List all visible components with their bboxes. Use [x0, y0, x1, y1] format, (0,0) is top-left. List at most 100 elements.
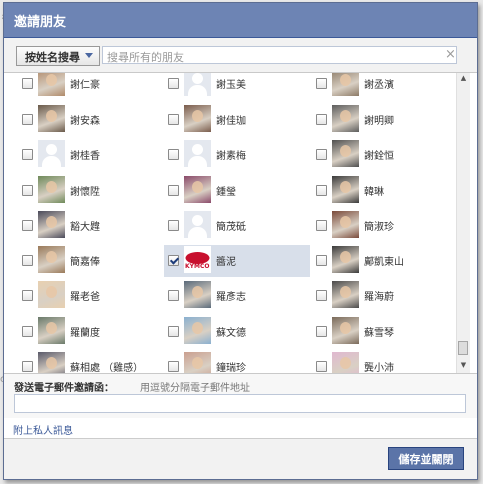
friend-checkbox[interactable] [316, 114, 327, 125]
friend-avatar [332, 105, 359, 132]
friend-avatar: KYMCO [184, 246, 211, 273]
friend-checkbox[interactable] [22, 220, 33, 231]
friend-avatar [184, 317, 211, 344]
friend-name: 醬泥 [216, 257, 236, 268]
scrollbar-thumb[interactable] [458, 341, 468, 355]
friend-item[interactable]: 簡嘉俸 [18, 245, 164, 277]
friend-item[interactable]: 簡茂砥 [164, 210, 310, 242]
dialog-footer: 儲存並關閉 [4, 438, 477, 479]
email-invite-hint: 用逗號分隔電子郵件地址 [140, 383, 250, 394]
friend-item[interactable]: 謝玉美 [164, 73, 310, 100]
friend-checkbox[interactable] [316, 149, 327, 160]
friend-checkbox[interactable] [168, 78, 179, 89]
friend-name: 謝仁豪 [70, 80, 100, 91]
friend-search-input[interactable]: 搜尋所有的朋友 [102, 46, 457, 64]
friend-checkbox[interactable] [316, 361, 327, 372]
friend-item[interactable]: 韓琳 [312, 175, 456, 207]
friend-name: 謝丞濱 [364, 80, 394, 91]
friend-name: 謝玉美 [216, 80, 246, 91]
friend-checkbox[interactable] [22, 326, 33, 337]
friend-avatar [332, 73, 359, 96]
friend-checkbox[interactable] [168, 114, 179, 125]
clear-search-icon[interactable]: × [445, 47, 456, 63]
friend-list: 謝仁豪 謝玉美 謝丞濱謝安森 謝佳珈 謝明卿謝桂香 謝素梅 謝銓恒謝懷陞 鍾瑩 韓琳豁大韙 簡茂砥… [4, 73, 456, 373]
scroll-up-arrow-icon[interactable]: ▲ [459, 74, 468, 83]
friend-name: 鄺凱東山 [364, 257, 404, 268]
friend-avatar [184, 73, 211, 96]
friend-name: 謝桂香 [70, 151, 100, 162]
friend-checkbox[interactable] [316, 255, 327, 266]
friend-item[interactable]: 龔小沛 [312, 351, 456, 373]
friend-checkbox[interactable] [22, 78, 33, 89]
friend-item[interactable]: 鄺凱東山 [312, 245, 456, 277]
friend-item[interactable]: 謝佳珈 [164, 104, 310, 136]
friend-checkbox[interactable] [168, 255, 179, 266]
friend-item[interactable]: 謝丞濱 [312, 73, 456, 100]
friend-avatar [38, 73, 65, 96]
friend-avatar [332, 140, 359, 167]
friend-checkbox[interactable] [168, 185, 179, 196]
friend-list-scrollbar[interactable]: ▲ ▼ [456, 73, 470, 373]
friend-name: 蘇文德 [216, 328, 246, 339]
friend-item[interactable]: 簡淑珍 [312, 210, 456, 242]
friend-avatar [332, 281, 359, 308]
friend-avatar [184, 105, 211, 132]
friend-checkbox[interactable] [168, 290, 179, 301]
friend-item[interactable]: 鐘瑞珍 [164, 351, 310, 373]
friend-item[interactable]: 蘇雪琴 [312, 316, 456, 348]
search-filter-dropdown[interactable]: 按姓名搜尋 [16, 46, 100, 66]
friend-item[interactable]: 謝素梅 [164, 139, 310, 171]
friend-avatar [184, 140, 211, 167]
friend-item[interactable]: 謝銓恒 [312, 139, 456, 171]
friend-checkbox[interactable] [22, 255, 33, 266]
friend-checkbox[interactable] [22, 290, 33, 301]
friend-checkbox[interactable] [316, 185, 327, 196]
friend-checkbox[interactable] [22, 149, 33, 160]
friend-item[interactable]: 謝桂香 [18, 139, 164, 171]
friend-avatar [184, 281, 211, 308]
friend-checkbox[interactable] [316, 326, 327, 337]
friend-checkbox[interactable] [316, 78, 327, 89]
friend-avatar [184, 211, 211, 238]
friend-checkbox[interactable] [168, 220, 179, 231]
scroll-down-arrow-icon[interactable]: ▼ [459, 361, 468, 370]
friend-checkbox[interactable] [168, 361, 179, 372]
friend-checkbox[interactable] [22, 361, 33, 372]
friend-name: 羅彥志 [216, 292, 246, 303]
friend-name: 豁大韙 [70, 222, 100, 233]
add-private-message-link[interactable]: 附上私人訊息 [13, 422, 73, 437]
friend-avatar [38, 246, 65, 273]
friend-item[interactable]: 謝明卿 [312, 104, 456, 136]
friend-checkbox[interactable] [22, 114, 33, 125]
friend-avatar [332, 246, 359, 273]
friend-avatar [184, 352, 211, 373]
friend-item[interactable]: 謝安森 [18, 104, 164, 136]
friend-name: 簡嘉俸 [70, 257, 100, 268]
friend-name: 謝佳珈 [216, 116, 246, 127]
friend-item[interactable]: KYMCO 醬泥 [164, 245, 310, 277]
friend-name: 龔小沛 [364, 363, 394, 373]
friend-item[interactable]: 蘇文德 [164, 316, 310, 348]
email-address-input[interactable] [14, 394, 466, 413]
friend-item[interactable]: 謝仁豪 [18, 73, 164, 100]
friend-avatar [332, 352, 359, 373]
friend-checkbox[interactable] [316, 290, 327, 301]
friend-item[interactable]: 豁大韙 [18, 210, 164, 242]
friend-name: 簡茂砥 [216, 222, 246, 233]
invite-friends-dialog: 邀請朋友 按姓名搜尋 搜尋所有的朋友 × 謝仁豪 謝玉美 謝丞濱 謝安森 謝佳珈 謝明卿謝… [3, 2, 478, 480]
friend-item[interactable]: 謝懷陞 [18, 175, 164, 207]
friend-item[interactable]: 羅蘭度 [18, 316, 164, 348]
friend-avatar [184, 176, 211, 203]
friend-item[interactable]: 蘇相處 （雞感） [18, 351, 164, 373]
friend-item[interactable]: 羅老爸 [18, 280, 164, 312]
friend-checkbox[interactable] [316, 220, 327, 231]
friend-checkbox[interactable] [22, 185, 33, 196]
friend-checkbox[interactable] [168, 149, 179, 160]
search-filter-label: 按姓名搜尋 [25, 51, 80, 64]
save-and-close-button[interactable]: 儲存並關閉 [388, 447, 464, 470]
friend-item[interactable]: 羅彥志 [164, 280, 310, 312]
friend-name: 韓琳 [364, 187, 384, 198]
friend-checkbox[interactable] [168, 326, 179, 337]
friend-item[interactable]: 羅海蔚 [312, 280, 456, 312]
friend-item[interactable]: 鍾瑩 [164, 175, 310, 207]
